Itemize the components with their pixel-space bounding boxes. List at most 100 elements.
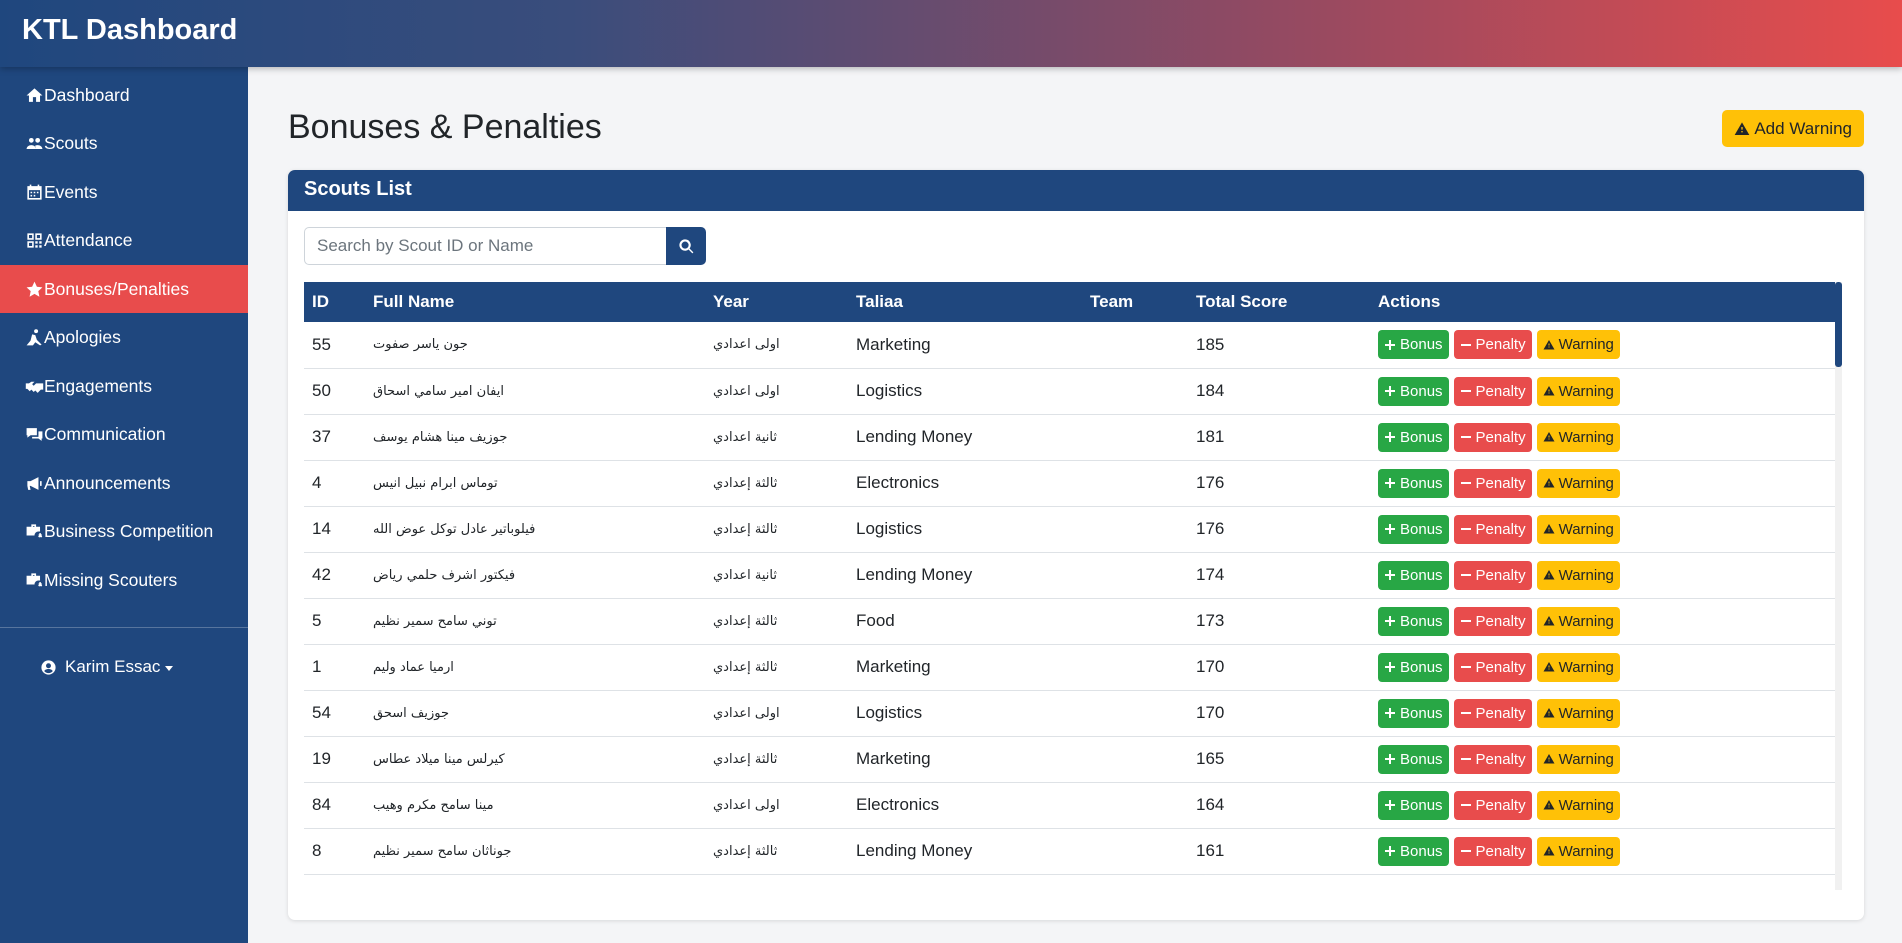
- penalty-button[interactable]: Penalty: [1453, 560, 1532, 590]
- cell-taliaa: Logistics: [856, 703, 923, 722]
- cell-taliaa: Lending Money: [856, 427, 973, 446]
- sidebar-divider: [0, 627, 248, 628]
- briefcase-cog-icon: [26, 572, 42, 586]
- scouts-table: ID Full Name Year Taliaa Team Total Scor…: [304, 282, 1840, 875]
- bonus-button[interactable]: Bonus: [1378, 790, 1449, 820]
- sidebar-item-events[interactable]: Events: [0, 168, 248, 216]
- table-row: 8 جوناثان سامح سمير نظيم ثالثة إعدادي Lendi…: [304, 828, 1840, 874]
- sidebar-item-bonuses-penalties[interactable]: Bonuses/Penalties: [0, 265, 248, 313]
- cell-total-score: 181: [1196, 427, 1225, 446]
- penalty-button[interactable]: Penalty: [1453, 790, 1532, 820]
- plus-icon: [1385, 754, 1395, 764]
- bonus-button[interactable]: Bonus: [1378, 652, 1449, 682]
- penalty-button[interactable]: Penalty: [1453, 836, 1532, 866]
- scrollbar-thumb[interactable]: [1835, 282, 1842, 367]
- sidebar-item-label: Events: [44, 181, 98, 202]
- bonus-button[interactable]: Bonus: [1378, 744, 1449, 774]
- penalty-button[interactable]: Penalty: [1453, 376, 1532, 406]
- plus-icon: [1385, 432, 1395, 442]
- cell-id: 54: [312, 703, 331, 722]
- cell-team: [1082, 828, 1188, 874]
- warning-button[interactable]: Warning: [1536, 376, 1620, 406]
- warning-button[interactable]: Warning: [1536, 790, 1620, 820]
- penalty-button[interactable]: Penalty: [1453, 698, 1532, 728]
- warning-button[interactable]: Warning: [1536, 468, 1620, 498]
- cell-actions: Bonus Penalty Warning: [1370, 644, 1840, 690]
- cell-id: 37: [312, 427, 331, 446]
- warning-button[interactable]: Warning: [1536, 698, 1620, 728]
- bonus-button[interactable]: Bonus: [1378, 560, 1449, 590]
- bonus-button[interactable]: Bonus: [1378, 836, 1449, 866]
- plus-icon: [1385, 662, 1395, 672]
- sidebar-item-engagements[interactable]: Engagements: [0, 362, 248, 410]
- cell-total-score: 176: [1196, 519, 1225, 538]
- sidebar-item-business-competition[interactable]: Business Competition: [0, 508, 248, 556]
- sidebar-item-announcements[interactable]: Announcements: [0, 459, 248, 507]
- sidebar-item-label: Announcements: [44, 472, 171, 493]
- bonus-label: Bonus: [1400, 382, 1443, 400]
- table-row: 5 توني سامح سمير نظيم ثالثة إعدادي Food 173 B…: [304, 598, 1840, 644]
- penalty-button[interactable]: Penalty: [1453, 468, 1532, 498]
- cell-actions: Bonus Penalty Warning: [1370, 828, 1840, 874]
- handshake-icon: [25, 381, 43, 393]
- warning-button[interactable]: Warning: [1536, 836, 1620, 866]
- sidebar-item-apologies[interactable]: Apologies: [0, 314, 248, 362]
- cell-team: [1082, 368, 1188, 414]
- bonus-button[interactable]: Bonus: [1378, 376, 1449, 406]
- bonus-button[interactable]: Bonus: [1378, 514, 1449, 544]
- sidebar-item-label: Communication: [44, 424, 166, 444]
- warning-button[interactable]: Warning: [1536, 514, 1620, 544]
- cell-total-score: 165: [1196, 749, 1225, 768]
- sidebar-item-attendance[interactable]: Attendance: [0, 217, 248, 265]
- table-row: 1 ارميا عماد وليم ثالثة إعدادي Marketing 170…: [304, 644, 1840, 690]
- table-scrollbar[interactable]: [1835, 282, 1842, 890]
- column-header-total-score[interactable]: Total Score: [1188, 282, 1370, 322]
- bonus-button[interactable]: Bonus: [1378, 422, 1449, 452]
- cell-team: [1082, 782, 1188, 828]
- cell-year: اولى اعدادي: [713, 797, 780, 813]
- warning-button[interactable]: Warning: [1536, 560, 1620, 590]
- warning-triangle-icon: [1543, 708, 1555, 718]
- cell-taliaa: Marketing: [856, 749, 931, 768]
- sidebar-item-dashboard[interactable]: Dashboard: [0, 71, 248, 119]
- warning-label: Warning: [1558, 796, 1614, 814]
- penalty-button[interactable]: Penalty: [1453, 422, 1532, 452]
- briefcase-cog-icon: [26, 524, 42, 538]
- bonus-button[interactable]: Bonus: [1378, 330, 1449, 360]
- column-header-id[interactable]: ID: [304, 282, 365, 322]
- column-header-year[interactable]: Year: [705, 282, 848, 322]
- cell-year: ثالثة إعدادي: [713, 751, 778, 767]
- sidebar-item-missing-scouters[interactable]: Missing Scouters: [0, 556, 248, 604]
- cell-year: ثالثة إعدادي: [713, 475, 778, 491]
- sidebar-item-label: Attendance: [44, 230, 133, 250]
- warning-label: Warning: [1558, 704, 1614, 722]
- add-warning-button[interactable]: Add Warning: [1722, 110, 1864, 147]
- table-row: 14 فيلوباتير عادل توكل عوض الله ثالثة إعدا…: [304, 506, 1840, 552]
- warning-button[interactable]: Warning: [1536, 652, 1620, 682]
- search-input[interactable]: [304, 227, 666, 265]
- penalty-button[interactable]: Penalty: [1453, 606, 1532, 636]
- warning-button[interactable]: Warning: [1536, 744, 1620, 774]
- penalty-button[interactable]: Penalty: [1453, 330, 1532, 360]
- bonus-button[interactable]: Bonus: [1378, 606, 1449, 636]
- column-header-team[interactable]: Team: [1082, 282, 1188, 322]
- penalty-button[interactable]: Penalty: [1453, 652, 1532, 682]
- warning-button[interactable]: Warning: [1536, 606, 1620, 636]
- warning-button[interactable]: Warning: [1536, 330, 1620, 360]
- bonus-button[interactable]: Bonus: [1378, 698, 1449, 728]
- penalty-button[interactable]: Penalty: [1453, 744, 1532, 774]
- user-menu[interactable]: Karim Essac: [40, 657, 174, 677]
- penalty-button[interactable]: Penalty: [1453, 514, 1532, 544]
- search-button[interactable]: [666, 227, 706, 265]
- sidebar-item-communication[interactable]: Communication: [0, 411, 248, 459]
- column-header-taliaa[interactable]: Taliaa: [848, 282, 1082, 322]
- calendar-icon: [26, 184, 42, 200]
- column-header-full-name[interactable]: Full Name: [365, 282, 705, 322]
- cell-year: ثالثة إعدادي: [713, 659, 778, 675]
- penalty-label: Penalty: [1475, 566, 1526, 584]
- warning-triangle-icon: [1543, 524, 1555, 534]
- bonus-button[interactable]: Bonus: [1378, 468, 1449, 498]
- sidebar-item-scouts[interactable]: Scouts: [0, 120, 248, 168]
- warning-button[interactable]: Warning: [1536, 422, 1620, 452]
- app-title[interactable]: KTL Dashboard: [22, 14, 237, 47]
